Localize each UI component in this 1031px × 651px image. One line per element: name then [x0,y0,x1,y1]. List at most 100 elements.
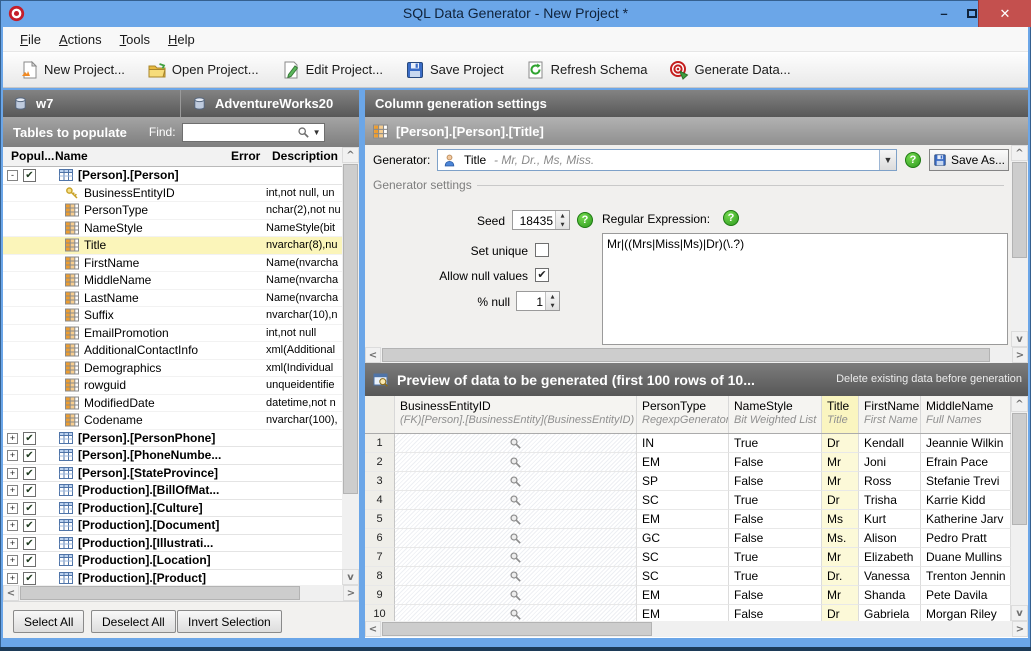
regex-input[interactable]: Mr|((Mrs|Miss|Ms)|Dr)(\.?) [602,233,1008,345]
cell-namestyle[interactable]: False [729,605,822,621]
generator-help-icon[interactable]: ? [905,152,921,168]
scroll-thumb[interactable] [382,348,990,362]
cell-title[interactable]: Mr [822,586,859,605]
preview-col-firstname[interactable]: FirstNameFirst Name [859,396,921,433]
tree-row-table[interactable]: +✔[Production].[Product] [3,570,342,586]
tree-row-table[interactable]: +✔[Production].[Location] [3,552,342,570]
cell-namestyle[interactable]: False [729,453,822,472]
cell-middlename[interactable]: Duane Mullins [921,548,1011,567]
tree-vertical-scrollbar[interactable]: ^ v [342,147,359,585]
cell-businessentityid[interactable] [395,472,637,491]
tree-row-table[interactable]: +✔[Production].[Illustrati... [3,535,342,553]
tree-row-table[interactable]: +✔[Person].[StateProvince] [3,465,342,483]
scroll-up-icon[interactable]: ^ [1011,396,1028,412]
populate-checkbox[interactable]: ✔ [23,169,36,182]
tree-row-table[interactable]: +✔[Production].[Culture] [3,500,342,518]
column-header-description[interactable]: Description [272,149,338,163]
tree-row-column[interactable]: ModifiedDatedatetime,not n [3,395,342,413]
cell-businessentityid[interactable] [395,567,637,586]
cell-persontype[interactable]: EM [637,510,729,529]
combobox-dropdown-icon[interactable]: ▼ [879,150,896,170]
cell-title[interactable]: Dr [822,434,859,453]
tree-row-table[interactable]: +✔[Person].[PhoneNumbe... [3,447,342,465]
preview-vertical-scrollbar[interactable]: ^ v [1011,396,1028,621]
scroll-up-icon[interactable]: ^ [342,147,359,163]
scroll-thumb[interactable] [382,622,652,636]
spin-down-icon[interactable]: ▼ [546,301,559,310]
cell-namestyle[interactable]: False [729,510,822,529]
tree-row-column[interactable]: LastNameName(nvarcha [3,290,342,308]
preview-col-businessentityid[interactable]: BusinessEntityID(FK)[Person].[BusinessEn… [395,396,637,433]
populate-checkbox[interactable]: ✔ [23,572,36,585]
expander-icon[interactable]: + [7,468,18,479]
cell-firstname[interactable]: Kendall [859,434,921,453]
allow-null-checkbox[interactable]: ✔ [535,268,549,282]
cell-businessentityid[interactable] [395,605,637,621]
cell-firstname[interactable]: Ross [859,472,921,491]
preview-col-persontype[interactable]: PersonTypeRegexpGenerator [637,396,729,433]
cell-businessentityid[interactable] [395,453,637,472]
cell-title[interactable]: Mr [822,472,859,491]
preview-col-middlename[interactable]: MiddleNameFull Names [921,396,1011,433]
settings-vertical-scrollbar[interactable]: ^ v [1011,145,1028,347]
preview-col-namestyle[interactable]: NameStyleBit Weighted List [729,396,822,433]
close-button[interactable]: ✕ [978,0,1031,27]
cell-middlename[interactable]: Katherine Jarv [921,510,1011,529]
tree-row-table[interactable]: +✔[Production].[BillOfMat... [3,482,342,500]
cell-persontype[interactable]: SC [637,491,729,510]
minimize-button[interactable]: – [930,0,958,27]
deselect-all-button[interactable]: Deselect All [91,610,176,633]
generator-combobox[interactable]: Title - Mr, Dr., Ms, Miss. ▼ [437,149,897,171]
cell-businessentityid[interactable] [395,434,637,453]
expander-icon[interactable]: + [7,503,18,514]
cell-persontype[interactable]: SC [637,548,729,567]
cell-firstname[interactable]: Trisha [859,491,921,510]
tree-row-table[interactable]: +✔[Production].[Document] [3,517,342,535]
menu-item-tools[interactable]: Tools [111,29,159,50]
scroll-down-icon[interactable]: v [1011,331,1028,347]
cell-firstname[interactable]: Vanessa [859,567,921,586]
tree-row-column[interactable]: PersonTypenchar(2),not nu [3,202,342,220]
cell-title[interactable]: Dr. [822,567,859,586]
toolbar-button-edit-project[interactable]: Edit Project... [273,55,391,85]
cell-title[interactable]: Mr [822,548,859,567]
scroll-left-icon[interactable]: < [365,347,381,363]
tree-row-column[interactable]: NameStyleNameStyle(bit [3,220,342,238]
expander-icon[interactable]: + [7,555,18,566]
cell-businessentityid[interactable] [395,529,637,548]
cell-firstname[interactable]: Alison [859,529,921,548]
search-icon[interactable] [297,126,310,139]
expander-icon[interactable]: + [7,520,18,531]
scroll-right-icon[interactable]: > [343,585,359,601]
cell-businessentityid[interactable] [395,586,637,605]
select-all-button[interactable]: Select All [13,610,84,633]
scroll-right-icon[interactable]: > [1012,347,1028,363]
cell-persontype[interactable]: EM [637,605,729,621]
scroll-up-icon[interactable]: ^ [1011,145,1028,161]
tree-row-column[interactable]: MiddleNameName(nvarcha [3,272,342,290]
spin-down-icon[interactable]: ▼ [556,220,569,229]
tree-row-column[interactable]: Suffixnvarchar(10),n [3,307,342,325]
cell-namestyle[interactable]: True [729,567,822,586]
scroll-thumb[interactable] [20,586,300,600]
expander-icon[interactable]: + [7,573,18,584]
save-as-button[interactable]: Save As... [929,149,1009,171]
spin-up-icon[interactable]: ▲ [556,211,569,220]
cell-title[interactable]: Mr [822,453,859,472]
cell-title[interactable]: Dr [822,605,859,621]
cell-namestyle[interactable]: False [729,586,822,605]
tree-row-table[interactable]: +✔[Person].[PersonPhone] [3,430,342,448]
cell-persontype[interactable]: SC [637,567,729,586]
scroll-down-icon[interactable]: v [342,569,359,585]
scroll-right-icon[interactable]: > [1012,621,1028,637]
cell-namestyle[interactable]: True [729,434,822,453]
cell-title[interactable]: Ms. [822,529,859,548]
find-input[interactable] [185,125,297,140]
cell-persontype[interactable]: EM [637,586,729,605]
populate-checkbox[interactable]: ✔ [23,449,36,462]
preview-col-title[interactable]: TitleTitle [822,396,859,433]
cell-persontype[interactable]: SP [637,472,729,491]
menu-item-file[interactable]: File [11,29,50,50]
menu-item-help[interactable]: Help [159,29,204,50]
tree-row-column[interactable]: rowguidunqueidentifie [3,377,342,395]
